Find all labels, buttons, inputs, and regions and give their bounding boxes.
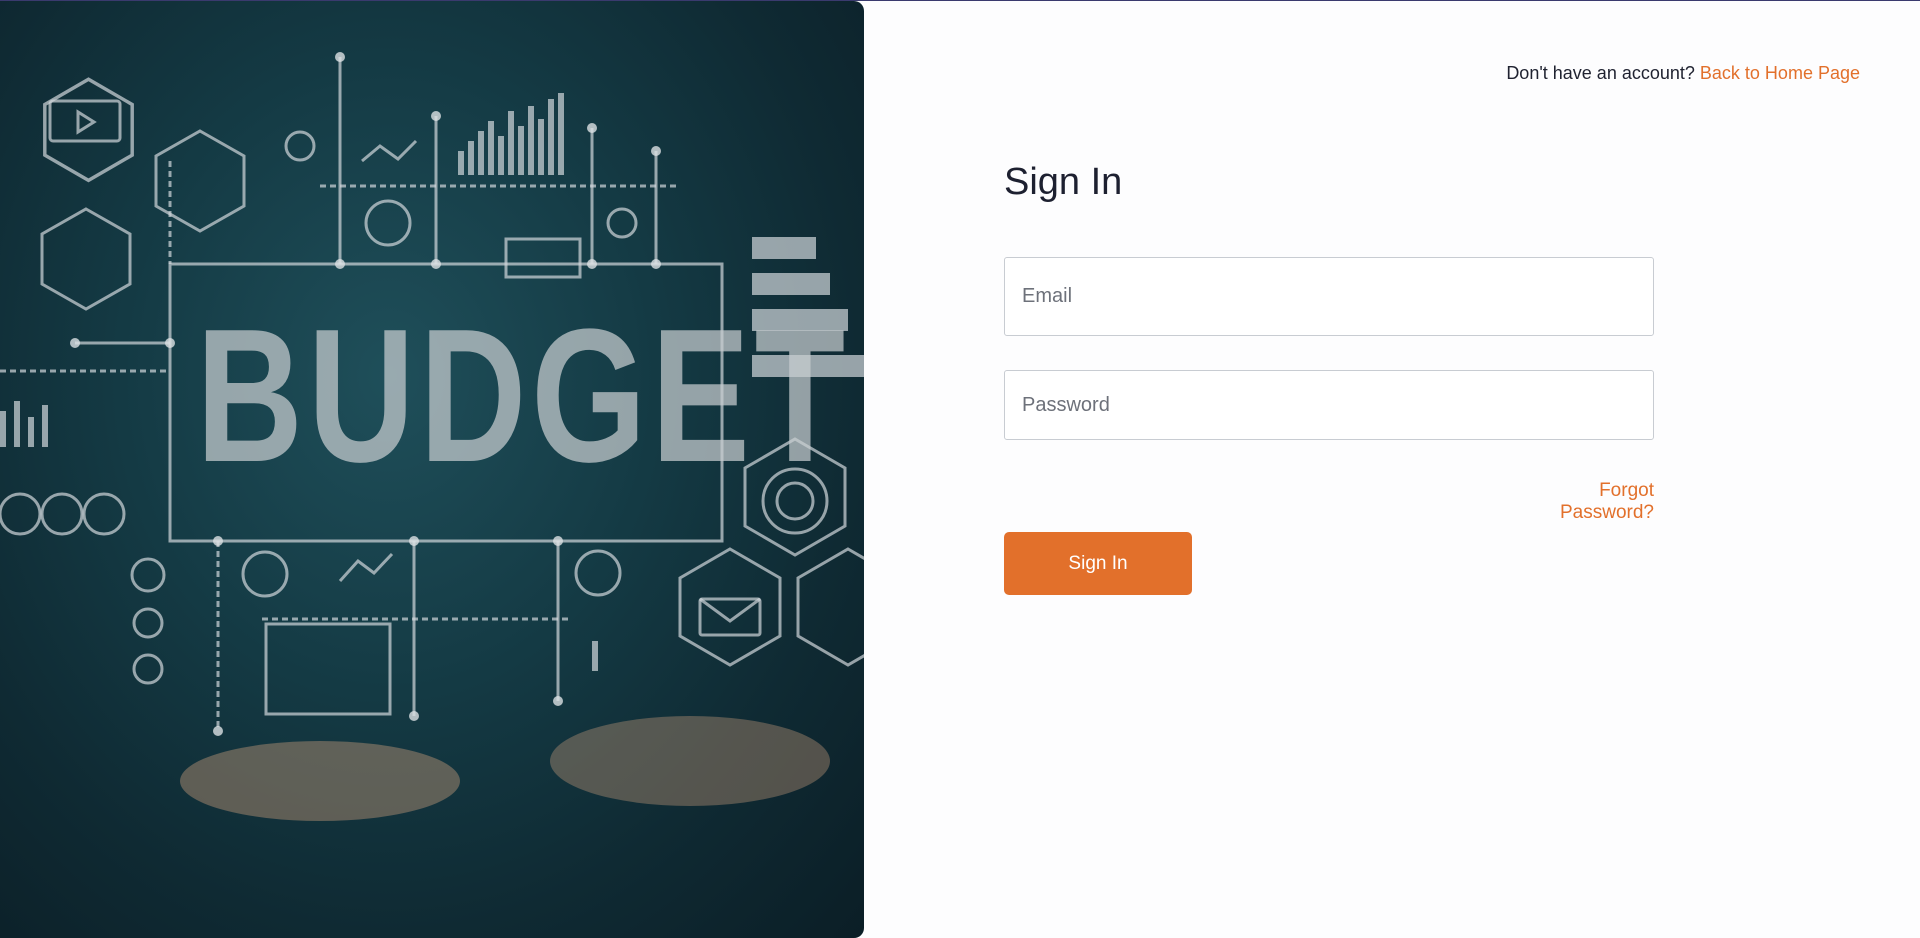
page-title: Sign In [1004,161,1123,203]
account-prompt-text: Don't have an account? [1506,63,1695,83]
forgot-password-link[interactable]: Forgot Password? [1504,480,1654,524]
email-field[interactable] [1004,257,1654,336]
hero-budget-text: BUDGET [196,290,850,502]
hero-image: BUDGET [0,1,864,938]
sign-in-button[interactable]: Sign In [1004,532,1192,595]
password-field[interactable] [1004,370,1654,440]
back-to-home-link[interactable]: Back to Home Page [1700,63,1860,83]
account-prompt: Don't have an account? Back to Home Page [1506,63,1860,84]
